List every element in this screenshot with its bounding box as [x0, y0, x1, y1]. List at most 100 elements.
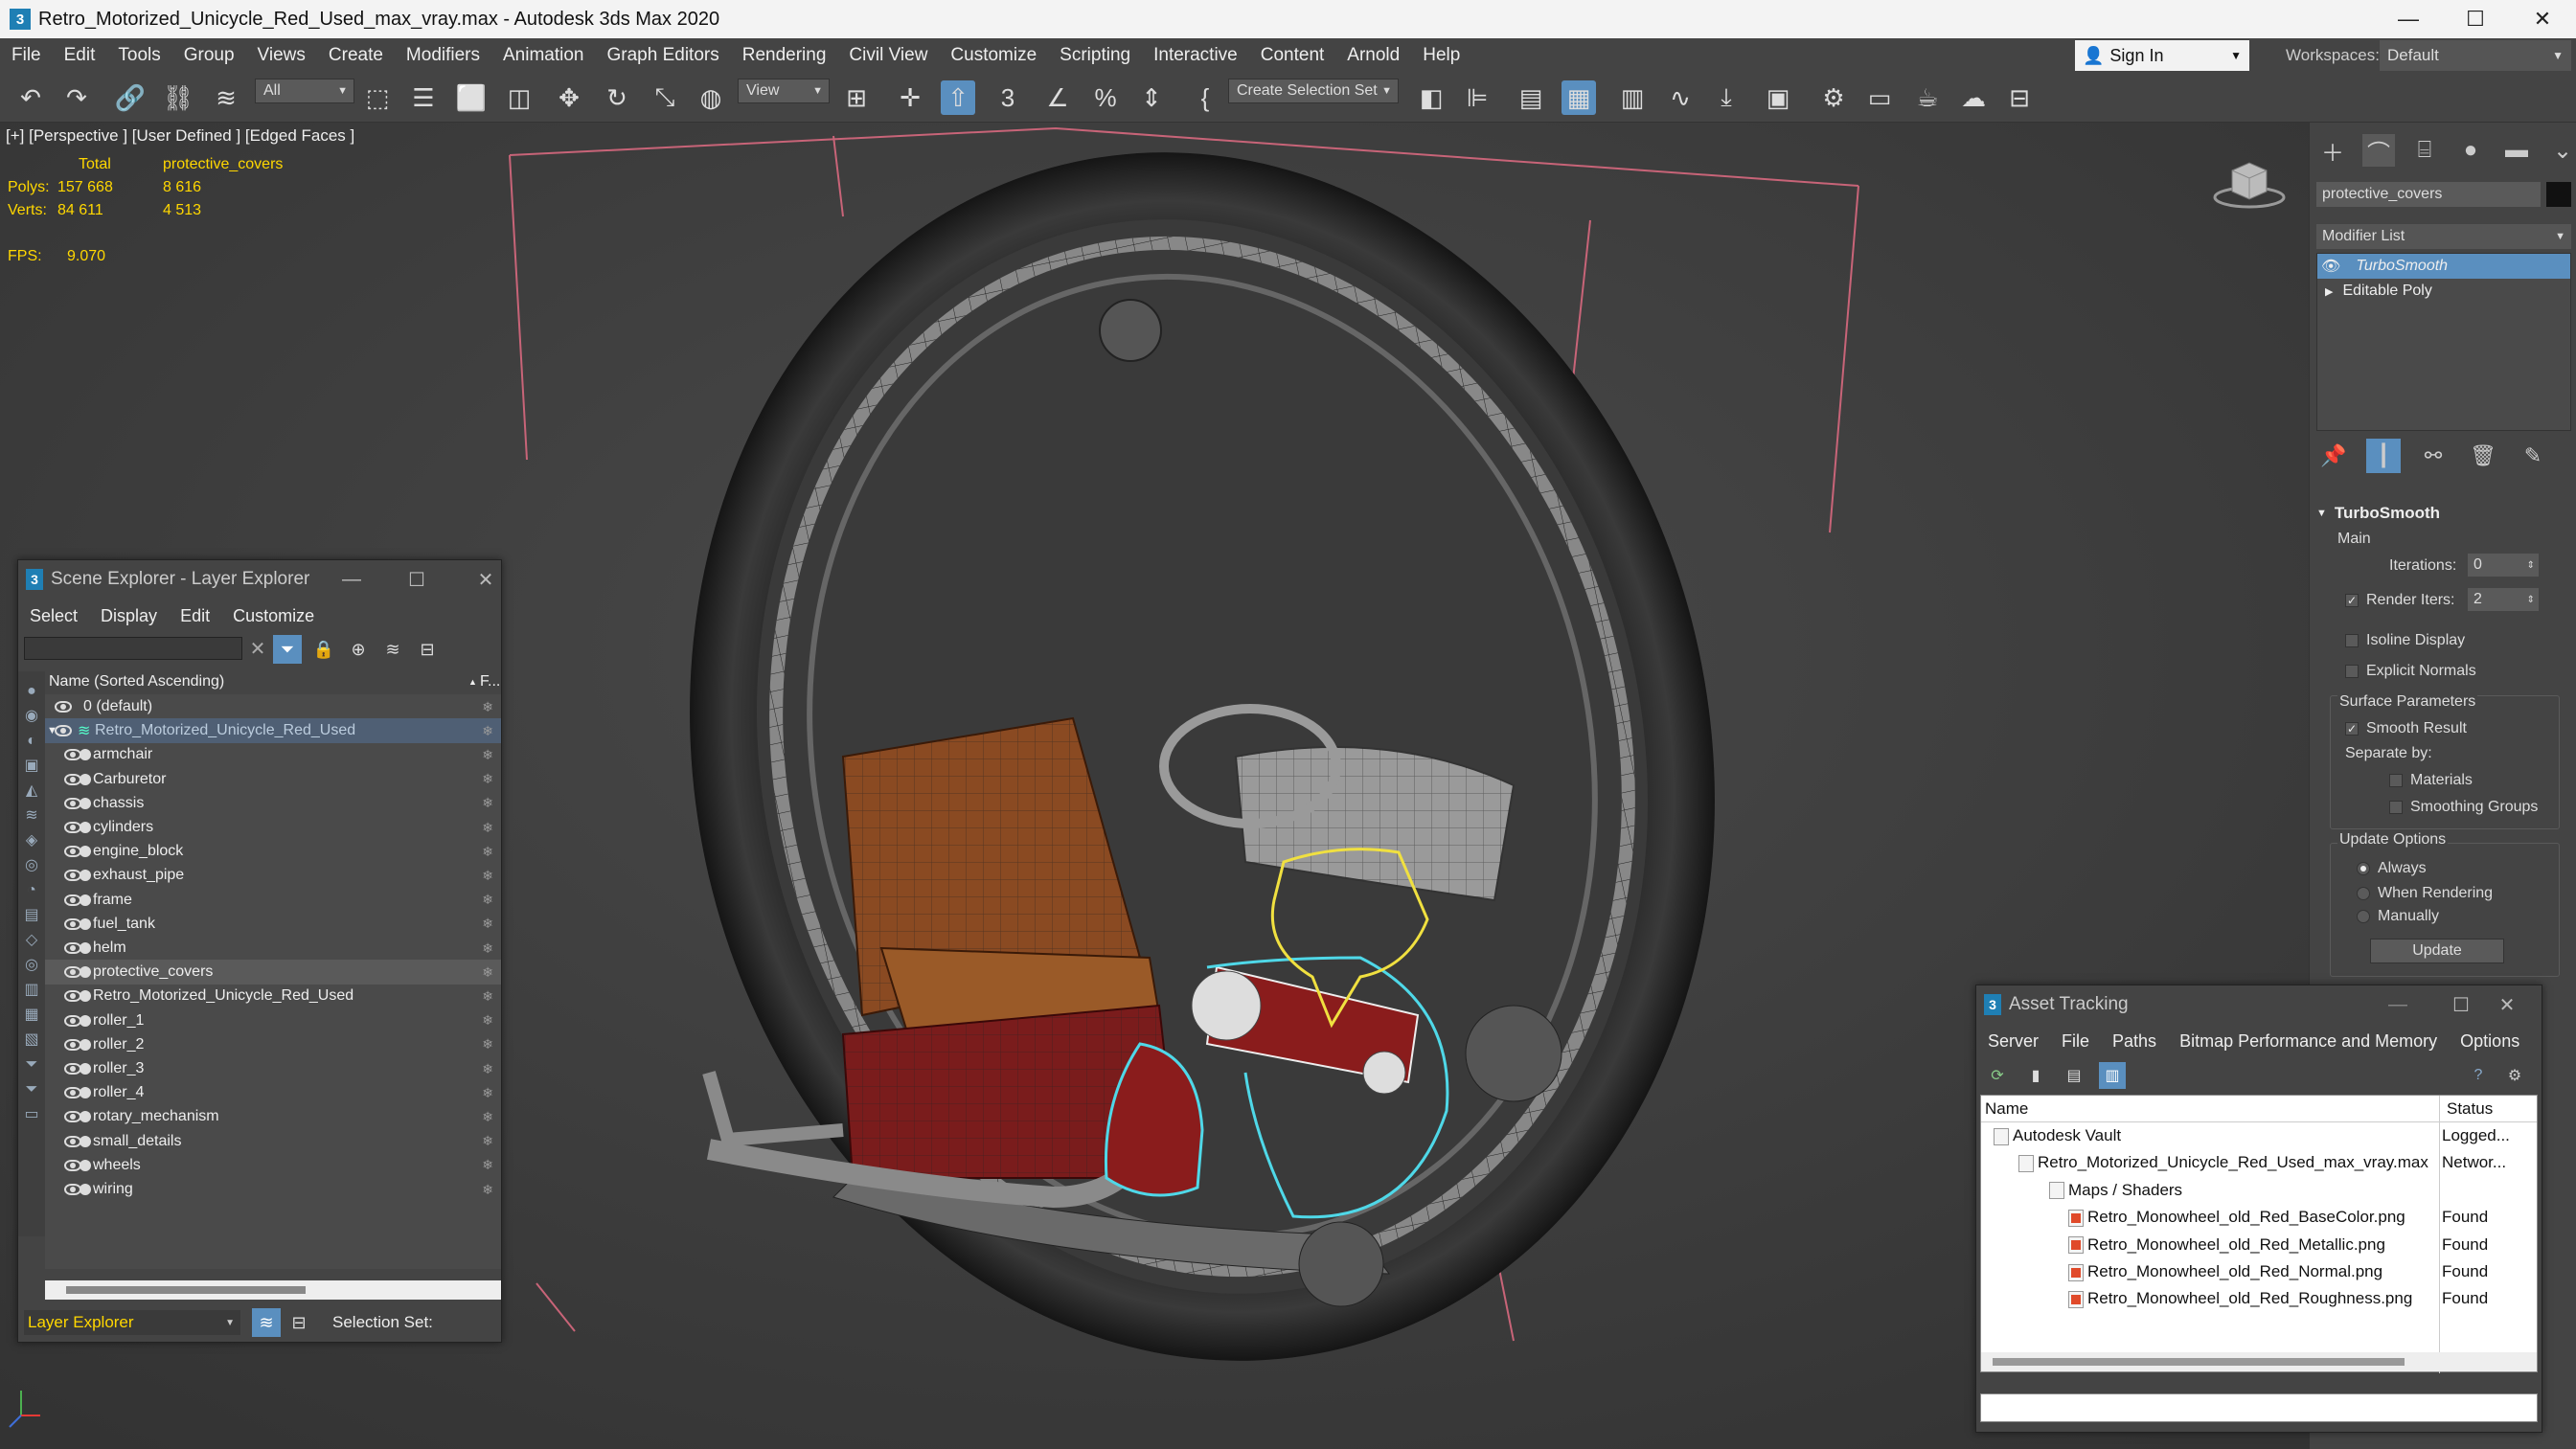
configure-modifier-sets-icon[interactable]: ✎: [2516, 439, 2550, 473]
remove-modifier-icon[interactable]: 🗑: [2466, 439, 2500, 473]
asset-hscroll[interactable]: [1981, 1352, 2537, 1371]
align-icon[interactable]: ⊫: [1460, 80, 1494, 115]
render-production-icon[interactable]: ☕: [1910, 80, 1945, 115]
menu-rendering[interactable]: Rendering: [731, 45, 838, 66]
schematic-view-icon[interactable]: ⤓: [1709, 80, 1744, 115]
hierarchy-tab-icon[interactable]: ⌸: [2408, 134, 2441, 167]
viewport-label[interactable]: [+] [Perspective ] [User Defined ] [Edge…: [6, 126, 354, 146]
freeze-icon[interactable]: ❄: [482, 747, 493, 763]
ref-coord-dropdown[interactable]: View ▼: [738, 79, 830, 103]
render-dot-icon[interactable]: [80, 1135, 91, 1147]
visibility-eye-icon[interactable]: [55, 701, 72, 713]
pivot-center-icon[interactable]: ⊞: [839, 80, 874, 115]
menu-customize[interactable]: Customize: [939, 45, 1048, 66]
freeze-icon[interactable]: ❄: [482, 1061, 493, 1077]
radio-button[interactable]: [2357, 861, 2370, 875]
freeze-icon[interactable]: ❄: [482, 1157, 493, 1173]
maximize-icon[interactable]: ☐: [382, 560, 451, 599]
asset-row[interactable]: Retro_Monowheel_old_Red_Roughness.png Fou…: [1980, 1285, 2532, 1312]
manually-radio[interactable]: Manually: [2357, 908, 2439, 925]
object-row[interactable]: wiring ❄: [45, 1177, 501, 1202]
make-unique-icon[interactable]: ⚯: [2416, 439, 2451, 473]
object-row[interactable]: small_details ❄: [45, 1129, 501, 1154]
stack-item-turbosmooth[interactable]: 👁 TurboSmooth: [2317, 254, 2570, 279]
object-name-field[interactable]: protective_covers: [2316, 182, 2541, 207]
column-name-header[interactable]: Name (Sorted Ascending): [45, 673, 224, 691]
menu-views[interactable]: Views: [246, 45, 317, 66]
object-row[interactable]: engine_block ❄: [45, 839, 501, 864]
update-button[interactable]: Update: [2370, 939, 2504, 963]
settings-icon[interactable]: ⚙: [2501, 1062, 2528, 1089]
list-view-icon[interactable]: ▮: [2022, 1062, 2049, 1089]
spinner-arrows-icon[interactable]: ⇕: [2527, 595, 2535, 605]
bind-spacewarp-icon[interactable]: ≋: [209, 80, 243, 115]
menu-group[interactable]: Group: [172, 45, 246, 66]
filter-icon[interactable]: ⏷: [273, 635, 302, 664]
freeze-icon[interactable]: ❄: [482, 892, 493, 908]
menu-content[interactable]: Content: [1249, 45, 1336, 66]
isoline-display-checkbox[interactable]: Isoline Display: [2345, 632, 2465, 649]
render-dot-icon[interactable]: [80, 1087, 91, 1099]
minimize-icon[interactable]: —: [317, 560, 386, 599]
menu-tools[interactable]: Tools: [106, 45, 171, 66]
minimize-icon[interactable]: —: [2363, 985, 2432, 1024]
asset-row[interactable]: Retro_Monowheel_old_Red_Normal.png Found: [1980, 1258, 2532, 1285]
place-icon[interactable]: ◍: [694, 80, 728, 115]
menu-scripting[interactable]: Scripting: [1048, 45, 1142, 66]
display-tab-icon[interactable]: ▬: [2500, 134, 2533, 167]
render-dot-icon[interactable]: [80, 1184, 91, 1195]
object-row[interactable]: fuel_tank ❄: [45, 912, 501, 937]
checkbox[interactable]: ✓: [2345, 721, 2359, 736]
modifier-list-dropdown[interactable]: Modifier List ▼: [2316, 224, 2571, 249]
asset-row[interactable]: Retro_Monowheel_old_Red_BaseColor.png Fou…: [1980, 1204, 2532, 1231]
search-field[interactable]: [24, 637, 242, 660]
select-by-name-icon[interactable]: ☰: [406, 80, 441, 115]
object-row[interactable]: cylinders ❄: [45, 815, 501, 840]
material-editor-icon[interactable]: ▣: [1761, 80, 1795, 115]
iterations-spinner[interactable]: 0 ⇕: [2468, 554, 2539, 577]
render-dot-icon[interactable]: [80, 870, 91, 882]
object-row[interactable]: helm ❄: [45, 936, 501, 961]
clear-search-icon[interactable]: ✕: [244, 635, 271, 662]
select-object-icon[interactable]: ⬚: [360, 80, 395, 115]
freeze-icon[interactable]: ❄: [482, 820, 493, 836]
toggle-layer-explorer-icon[interactable]: ▦: [1562, 80, 1596, 115]
close-icon[interactable]: ✕: [451, 560, 520, 599]
undo-icon[interactable]: ↶: [13, 80, 48, 115]
checkbox[interactable]: [2389, 773, 2403, 787]
hierarchy-icon[interactable]: ⊟: [413, 635, 442, 664]
freeze-icon[interactable]: ❄: [482, 1012, 493, 1029]
freeze-icon[interactable]: ❄: [482, 771, 493, 787]
render-in-cloud-icon[interactable]: ☁: [1956, 80, 1991, 115]
menu-arnold[interactable]: Arnold: [1335, 45, 1411, 66]
freeze-icon[interactable]: ❄: [482, 940, 493, 957]
object-color-swatch[interactable]: [2546, 182, 2571, 207]
pin-stack-icon[interactable]: 📌: [2316, 439, 2351, 473]
render-dot-icon[interactable]: [80, 990, 91, 1003]
object-row[interactable]: protective_covers ❄: [45, 960, 501, 985]
tree-view-icon[interactable]: ▤: [2061, 1062, 2087, 1089]
lock-icon[interactable]: 🔒: [309, 635, 338, 664]
menu-edit[interactable]: Edit: [169, 606, 221, 626]
percent-snap-icon[interactable]: %: [1088, 80, 1123, 115]
minimize-icon[interactable]: —: [2375, 0, 2442, 38]
layer-row[interactable]: ▼ ≋ Retro_Motorized_Unicycle_Red_Used ❄: [45, 718, 501, 744]
materials-checkbox[interactable]: Materials: [2389, 772, 2473, 789]
move-icon[interactable]: ✥: [552, 80, 586, 115]
menu-edit[interactable]: Edit: [53, 45, 107, 66]
freeze-icon[interactable]: ❄: [482, 868, 493, 884]
keyboard-shortcut-override-icon[interactable]: ⇧: [941, 80, 975, 115]
rect-selection-icon[interactable]: ⬜: [454, 80, 489, 115]
render-dot-icon[interactable]: [80, 1063, 91, 1075]
column-header[interactable]: Name (Sorted Ascending) ▲ F...: [45, 671, 501, 692]
render-dot-icon[interactable]: [80, 917, 91, 930]
object-row[interactable]: wheels ❄: [45, 1153, 501, 1178]
render-dot-icon[interactable]: [80, 797, 91, 809]
menu-animation[interactable]: Animation: [491, 45, 596, 66]
freeze-icon[interactable]: ❄: [482, 916, 493, 932]
window-crossing-icon[interactable]: ◫: [502, 80, 536, 115]
unlink-icon[interactable]: ⛓: [161, 80, 195, 115]
menu-bitmap-performance[interactable]: Bitmap Performance and Memory: [2168, 1031, 2449, 1052]
spinner-snap-icon[interactable]: ⇕: [1134, 80, 1169, 115]
freeze-icon[interactable]: ❄: [482, 964, 493, 981]
